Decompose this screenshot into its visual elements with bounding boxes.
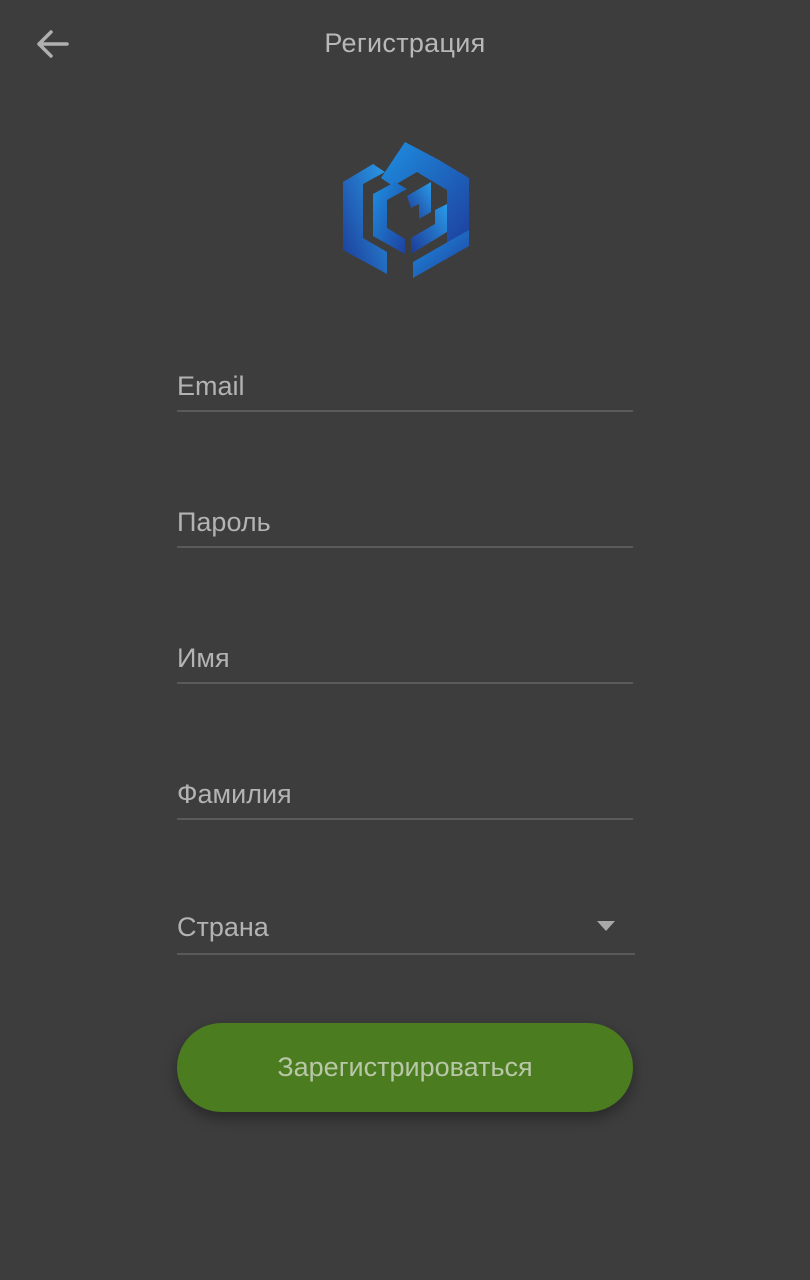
email-field[interactable] (177, 352, 633, 412)
last-name-input[interactable] (177, 779, 633, 810)
email-input[interactable] (177, 371, 633, 402)
dropdown-caret-icon (597, 921, 615, 931)
country-select[interactable]: Страна (177, 895, 635, 955)
registration-screen: Регистрация Email Имя Фамилия Страна Зар… (0, 0, 810, 1280)
register-button[interactable]: Зарегистрироваться (177, 1023, 633, 1112)
first-name-field[interactable] (177, 624, 633, 684)
last-name-field[interactable] (177, 760, 633, 820)
app-logo (335, 138, 475, 283)
country-select-label: Страна (177, 912, 269, 942)
hexagon-logo-icon (343, 142, 469, 278)
first-name-input[interactable] (177, 643, 633, 674)
page-title: Регистрация (324, 28, 486, 58)
password-input[interactable] (177, 507, 633, 538)
password-field[interactable] (177, 488, 633, 548)
